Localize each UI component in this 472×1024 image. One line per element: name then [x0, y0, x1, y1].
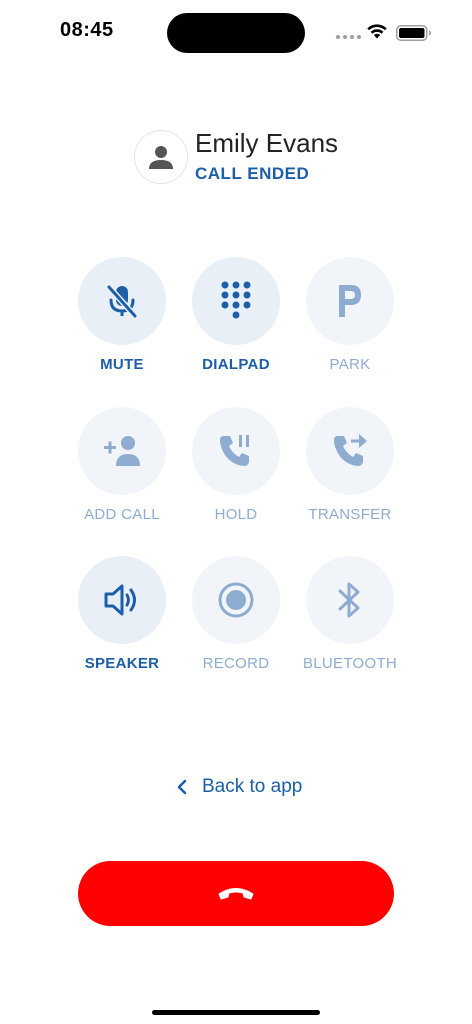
park-label: PARK: [329, 356, 371, 373]
battery-icon: [396, 25, 431, 41]
record-button[interactable]: RECORD: [176, 556, 296, 672]
transfer-button[interactable]: TRANSFER: [290, 407, 410, 523]
avatar: [134, 130, 188, 184]
speaker-icon: [104, 584, 136, 616]
hang-up-icon: [218, 887, 254, 899]
record-label: RECORD: [202, 655, 270, 672]
hold-button[interactable]: HOLD: [176, 407, 296, 523]
speaker-label: SPEAKER: [84, 655, 160, 672]
mic-off-icon: [106, 284, 138, 319]
speaker-button[interactable]: SPEAKER: [62, 556, 182, 672]
park-button[interactable]: PARK: [290, 257, 410, 373]
wifi-icon: [367, 24, 387, 39]
record-icon: [218, 582, 254, 618]
status-time: 08:45: [60, 19, 114, 41]
dialpad-label: DIALPAD: [202, 356, 270, 373]
cellular-signal-icon: [336, 35, 361, 39]
hold-label: HOLD: [214, 506, 258, 523]
mute-label: MUTE: [100, 356, 144, 373]
back-to-app-link[interactable]: Back to app: [176, 776, 302, 798]
person-icon: [149, 146, 173, 169]
dialpad-icon: [221, 281, 251, 319]
bluetooth-button[interactable]: BLUETOOTH: [290, 556, 410, 672]
contact-name: Emily Evans: [195, 128, 339, 158]
bluetooth-label: BLUETOOTH: [302, 655, 398, 672]
call-status: CALL ENDED: [195, 164, 310, 183]
park-icon: [339, 285, 361, 317]
transfer-label: TRANSFER: [308, 506, 392, 523]
add-person-icon: [104, 436, 140, 466]
dialpad-button[interactable]: DIALPAD: [176, 257, 296, 373]
dynamic-island: [167, 13, 305, 53]
mute-button[interactable]: MUTE: [62, 257, 182, 373]
home-indicator[interactable]: [152, 1010, 320, 1015]
phone-pause-icon: [220, 435, 249, 466]
phone-forward-icon: [334, 434, 367, 466]
add-call-label: ADD CALL: [84, 506, 160, 523]
back-to-app-label: Back to app: [202, 776, 303, 797]
add-call-button[interactable]: ADD CALL: [62, 407, 182, 523]
bluetooth-icon: [338, 582, 360, 618]
chevron-left-icon: [177, 779, 187, 795]
end-call-button[interactable]: [78, 861, 394, 926]
